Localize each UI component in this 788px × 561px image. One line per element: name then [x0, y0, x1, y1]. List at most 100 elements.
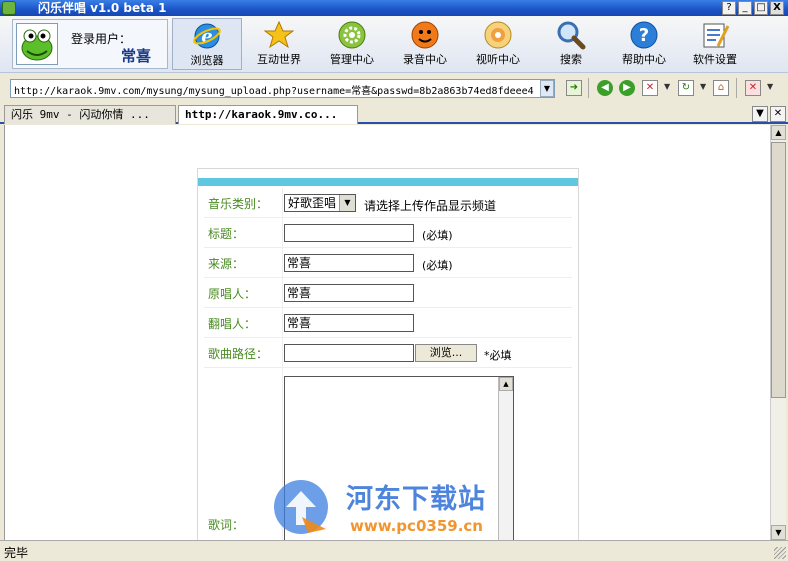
browse-button[interactable]: 浏览...	[415, 344, 477, 362]
toolbar-separator	[736, 78, 737, 98]
software-settings-label: 软件设置	[693, 53, 737, 66]
original-singer-row: 原唱人： 常喜	[204, 278, 572, 308]
title-bar: 闪乐伴唱 v1.0 beta 1 ? _ □ X	[0, 0, 788, 16]
category-label: 音乐类别：	[208, 197, 269, 211]
window-title: 闪乐伴唱 v1.0 beta 1	[38, 1, 167, 15]
help-center-label: 帮助中心	[622, 53, 666, 66]
category-row: 音乐类别： 好歌歪唱 ▼ 请选择上传作品显示频道	[204, 188, 572, 218]
microphone-face-icon	[411, 21, 439, 49]
status-text: 完毕	[4, 546, 29, 560]
home-icon[interactable]: ⌂	[713, 80, 729, 96]
song-path-input[interactable]	[284, 344, 414, 362]
help-window-button[interactable]: ?	[722, 1, 736, 15]
browser-label: 浏览器	[190, 54, 224, 67]
source-required-hint: (必填)	[422, 259, 453, 272]
cover-singer-row: 翻唱人： 常喜	[204, 308, 572, 338]
maximize-button[interactable]: □	[754, 1, 768, 15]
login-username: 常喜	[121, 47, 152, 65]
refresh-dropdown-icon[interactable]: ▼	[700, 82, 706, 91]
interactive-world-label: 互动世界	[257, 53, 301, 66]
lyrics-textarea[interactable]: ▲	[284, 376, 514, 540]
cover-singer-input[interactable]: 常喜	[284, 314, 414, 332]
stop-icon[interactable]: ✕	[642, 80, 658, 96]
status-bar: 完毕	[0, 540, 788, 561]
audiovisual-center-label: 视听中心	[476, 53, 520, 66]
interactive-world-button[interactable]: 互动世界	[244, 18, 314, 70]
scrollbar-thumb[interactable]	[771, 142, 786, 398]
tab-9mv-home[interactable]: 闪乐 9mv - 闪动你情 ...	[4, 105, 176, 124]
search-button[interactable]: 搜索	[536, 18, 606, 70]
row-divider	[282, 368, 283, 540]
song-path-label: 歌曲路径：	[208, 347, 269, 361]
page-scrollbar[interactable]: ▲ ▼	[770, 125, 786, 540]
magnifier-icon	[557, 21, 586, 50]
cd-disc-icon	[484, 21, 512, 49]
recording-center-button[interactable]: 录音中心	[390, 18, 460, 70]
frog-avatar-icon	[16, 23, 58, 65]
app-icon	[2, 1, 16, 15]
song-path-required-hint: *必填	[484, 349, 512, 362]
source-row: 来源： 常喜 (必填)	[204, 248, 572, 278]
lyrics-row: 歌词： ▲	[204, 368, 572, 540]
title-row: 标题： (必填)	[204, 218, 572, 248]
category-select[interactable]: 好歌歪唱 ▼	[284, 194, 356, 212]
stop-dropdown-icon[interactable]: ▼	[664, 82, 670, 91]
row-divider	[282, 188, 283, 217]
original-singer-label: 原唱人：	[208, 287, 257, 301]
gear-icon	[338, 21, 366, 49]
row-divider	[282, 278, 283, 307]
source-input[interactable]: 常喜	[284, 254, 414, 272]
lyrics-scrollbar[interactable]: ▲	[498, 377, 513, 540]
management-center-button[interactable]: 管理中心	[317, 18, 387, 70]
main-toolbar: 登录用户： 常喜 e 浏览器 互动世界 管理中心 录音中心 视听中心 搜索 ? …	[0, 16, 788, 73]
scroll-up-icon[interactable]: ▲	[771, 125, 786, 140]
title-input[interactable]	[284, 224, 414, 242]
help-icon: ?	[630, 21, 658, 49]
category-value: 好歌歪唱	[288, 196, 337, 210]
close-button[interactable]: X	[770, 1, 784, 15]
upload-form: 音乐类别： 好歌歪唱 ▼ 请选择上传作品显示频道 标题： (必填) 来源： 常喜…	[197, 168, 579, 540]
forward-icon[interactable]: ▶	[619, 80, 635, 96]
back-icon[interactable]: ◀	[597, 80, 613, 96]
go-icon[interactable]: ➜	[566, 80, 582, 96]
user-panel: 登录用户： 常喜	[12, 19, 168, 69]
settings-notepad-icon	[703, 23, 730, 48]
tab-bar: 闪乐 9mv - 闪动你情 ... http://karaok.9mv.co..…	[0, 103, 788, 124]
url-dropdown-icon[interactable]: ▼	[540, 80, 554, 97]
scroll-down-icon[interactable]: ▼	[771, 525, 786, 540]
close-page-icon[interactable]: ✕	[745, 80, 761, 96]
close-tab-icon[interactable]: ✕	[770, 106, 786, 122]
web-content: 音乐类别： 好歌歪唱 ▼ 请选择上传作品显示频道 标题： (必填) 来源： 常喜…	[4, 125, 770, 540]
source-label: 来源：	[208, 257, 245, 271]
cover-singer-label: 翻唱人：	[208, 317, 257, 331]
tab-list-icon[interactable]: ▼	[752, 106, 768, 122]
software-settings-button[interactable]: 软件设置	[680, 18, 750, 70]
row-divider	[282, 338, 283, 367]
refresh-icon[interactable]: ↻	[678, 80, 694, 96]
form-header-bar	[198, 178, 578, 186]
tab-upload-page[interactable]: http://karaok.9mv.co...	[178, 105, 358, 124]
resize-grip-icon[interactable]	[774, 547, 786, 559]
minimize-button[interactable]: _	[738, 1, 752, 15]
scroll-up-icon[interactable]: ▲	[499, 377, 513, 391]
management-center-label: 管理中心	[330, 53, 374, 66]
browser-button[interactable]: e 浏览器	[172, 18, 242, 70]
row-divider	[282, 218, 283, 247]
chevron-down-icon[interactable]: ▼	[339, 195, 355, 211]
title-label: 标题：	[208, 227, 245, 241]
search-label: 搜索	[560, 53, 582, 66]
category-hint: 请选择上传作品显示频道	[364, 199, 497, 213]
row-divider	[282, 308, 283, 337]
help-center-button[interactable]: ? 帮助中心	[609, 18, 679, 70]
audiovisual-center-button[interactable]: 视听中心	[463, 18, 533, 70]
star-icon	[264, 20, 294, 49]
title-required-hint: (必填)	[422, 229, 453, 242]
close-dropdown-icon[interactable]: ▼	[767, 82, 773, 91]
ie-browser-icon: e	[193, 23, 221, 49]
svg-text:?: ?	[639, 25, 649, 46]
row-divider	[282, 248, 283, 277]
recording-center-label: 录音中心	[403, 53, 447, 66]
toolbar-separator	[588, 78, 589, 98]
url-input[interactable]: http://karaok.9mv.com/mysung/mysung_uplo…	[10, 79, 555, 98]
original-singer-input[interactable]: 常喜	[284, 284, 414, 302]
